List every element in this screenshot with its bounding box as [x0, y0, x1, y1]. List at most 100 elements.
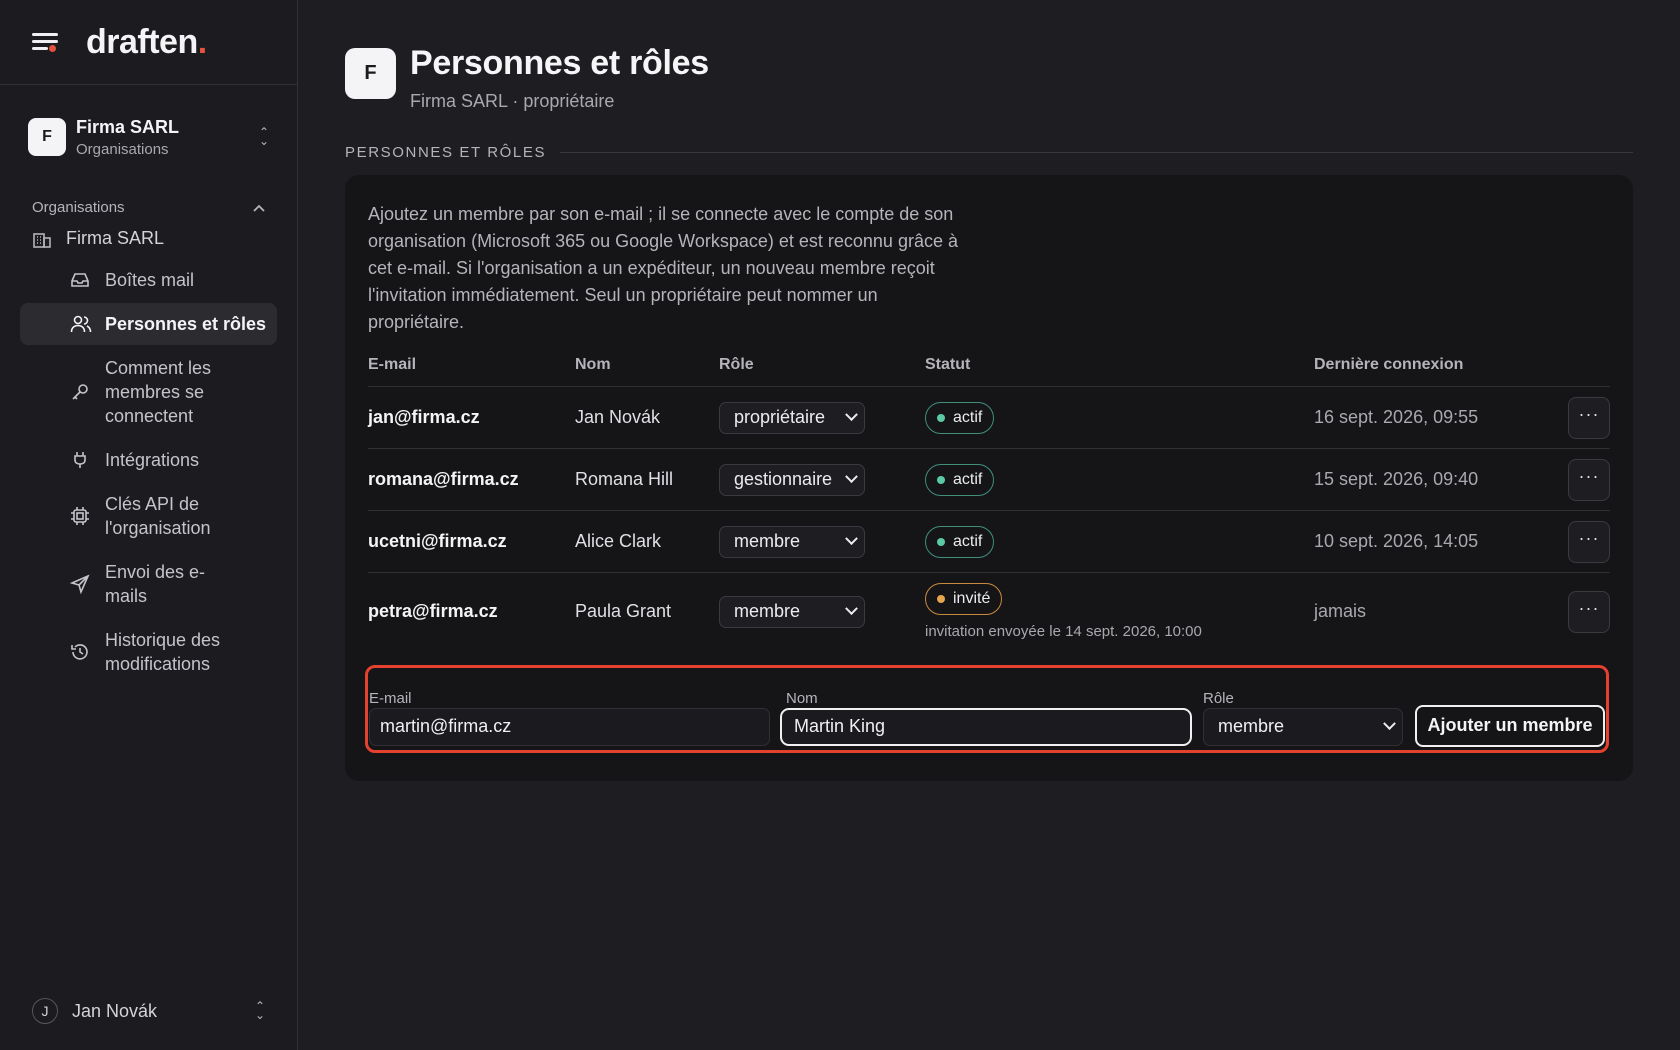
- sidebar-item-history[interactable]: Historique des modifications: [20, 619, 277, 685]
- sidebar-item-label: Intégrations: [105, 450, 200, 470]
- sidebar-org-item[interactable]: Firma SARL: [32, 228, 297, 249]
- add-member-form: E-mail martin@firma.cz Nom Martin King R…: [365, 664, 1609, 753]
- more-actions-button[interactable]: ···: [1568, 458, 1610, 501]
- role-value: propriétaire: [734, 407, 826, 427]
- more-icon: ···: [1578, 465, 1600, 486]
- status-badge: invité: [925, 583, 1003, 616]
- role-select[interactable]: propriétaire: [719, 401, 865, 434]
- sidebar-item-sign-in[interactable]: Comment les membres se connectent: [20, 347, 277, 437]
- status-label: invité: [953, 590, 991, 608]
- last-login: 10 sept. 2026, 14:05: [1314, 510, 1564, 573]
- more-icon: ···: [1578, 403, 1600, 424]
- role-select[interactable]: membre: [719, 595, 865, 628]
- sidebar-nav: Boîtes mail Personnes et rôles Comment l…: [0, 259, 297, 685]
- role-value: membre: [734, 601, 801, 622]
- divider: [560, 152, 1633, 153]
- table-header-row: E-mail Nom Rôle Statut Dernière connexio…: [368, 356, 1610, 387]
- org-switcher[interactable]: F Firma SARL Organisations ⌃ ⌄: [0, 113, 297, 161]
- add-member-button[interactable]: Ajouter un membre: [1415, 704, 1605, 747]
- chevron-down-icon: [845, 532, 858, 546]
- members-card: Ajoutez un membre par son e-mail ; il se…: [345, 175, 1633, 781]
- last-login: jamais: [1314, 601, 1367, 622]
- inbox-icon: [71, 273, 89, 287]
- section-label: Organisations: [32, 199, 125, 216]
- member-name: Romana Hill: [575, 448, 719, 511]
- brand-bar: draften.: [0, 0, 297, 85]
- role-select[interactable]: gestionnaire: [719, 463, 865, 496]
- sidebar-item-people-roles[interactable]: Personnes et rôles: [20, 303, 277, 345]
- chevron-down-icon: [845, 408, 858, 422]
- header-status: Statut: [925, 356, 1314, 387]
- role-value: gestionnaire: [734, 469, 833, 489]
- more-actions-button[interactable]: ···: [1568, 590, 1610, 633]
- role-select[interactable]: membre: [719, 525, 865, 558]
- sidebar-item-label: Boîtes mail: [105, 270, 195, 290]
- sidebar-item-label: Clés API de l'organisation: [105, 494, 211, 538]
- intro-text: Ajoutez un membre par son e-mail ; il se…: [368, 204, 958, 332]
- key-icon: [72, 384, 88, 400]
- status-label: actif: [953, 470, 983, 488]
- status-label: actif: [953, 532, 983, 550]
- invitation-note: invitation envoyée le 14 sept. 2026, 10:…: [925, 623, 1202, 641]
- member-email: ucetni@firma.cz: [368, 510, 575, 573]
- page-subtitle: Firma SARL · propriétaire: [410, 91, 615, 111]
- member-email: romana@firma.cz: [368, 448, 575, 511]
- sidebar-item-api-keys[interactable]: Clés API de l'organisation: [20, 483, 277, 549]
- sidebar-item-label: Historique des modifications: [105, 630, 221, 674]
- org-name: Firma SARL: [76, 116, 180, 137]
- status-badge: actif: [925, 401, 995, 434]
- logo: draften.: [86, 22, 207, 61]
- name-field[interactable]: Martin King: [780, 707, 1192, 746]
- chevron-down-icon: [845, 602, 858, 616]
- role-field-select[interactable]: membre: [1203, 707, 1403, 746]
- email-field-label: E-mail: [369, 689, 412, 707]
- header-role: Rôle: [719, 356, 925, 387]
- page-header: F Personnes et rôles Firma SARL · propri…: [345, 44, 1633, 112]
- header-last-login: Dernière connexion: [1314, 356, 1564, 387]
- user-name: Jan Novák: [72, 1000, 158, 1021]
- sidebar-item-label: Personnes et rôles: [105, 314, 267, 334]
- header-actions: [1564, 356, 1610, 387]
- sidebar-item-mailboxes[interactable]: Boîtes mail: [20, 259, 277, 301]
- page-avatar: F: [345, 48, 396, 99]
- last-login: 15 sept. 2026, 09:40: [1314, 448, 1564, 511]
- table-row: jan@firma.cz Jan Novák propriétaire acti…: [368, 386, 1610, 449]
- table-row: petra@firma.cz Paula Grant membre invité…: [368, 573, 1610, 651]
- organisations-section-toggle[interactable]: Organisations: [32, 199, 265, 216]
- user-menu[interactable]: J Jan Novák ⌃ ⌄: [32, 996, 265, 1026]
- building-icon: [33, 232, 51, 248]
- chevron-down-icon: [1383, 717, 1396, 731]
- more-actions-button[interactable]: ···: [1568, 520, 1610, 563]
- member-email: jan@firma.cz: [368, 386, 575, 449]
- history-icon: [71, 644, 88, 660]
- menu-icon[interactable]: [32, 31, 60, 53]
- name-field-label: Nom: [786, 689, 818, 707]
- avatar: J: [32, 998, 58, 1024]
- chevron-updown-icon: ⌃ ⌄: [258, 125, 269, 148]
- header-email: E-mail: [368, 356, 575, 387]
- main-content: F Personnes et rôles Firma SARL · propri…: [345, 0, 1633, 781]
- org-item-label: Firma SARL: [66, 228, 165, 248]
- chevron-up-icon: [253, 204, 265, 212]
- status-label: actif: [953, 408, 983, 426]
- chevron-updown-icon: ⌃ ⌄: [254, 999, 265, 1022]
- member-email: petra@firma.cz: [368, 601, 498, 622]
- more-actions-button[interactable]: ···: [1568, 396, 1610, 439]
- section-heading-label: PERSONNES ET RÔLES: [345, 144, 547, 161]
- status-badge: actif: [925, 463, 995, 496]
- status-badge: actif: [925, 525, 995, 558]
- users-icon: [70, 315, 92, 333]
- member-name: Paula Grant: [575, 601, 672, 622]
- plug-icon: [74, 452, 86, 468]
- email-field[interactable]: martin@firma.cz: [369, 707, 770, 746]
- table-row: romana@firma.cz Romana Hill gestionnaire…: [368, 448, 1610, 511]
- role-value: membre: [734, 531, 801, 551]
- more-icon: ···: [1578, 527, 1600, 548]
- sidebar-item-email-sending[interactable]: Envoi des e-mails: [20, 551, 277, 617]
- org-avatar: F: [28, 118, 66, 156]
- chip-icon: [71, 507, 89, 525]
- page-title: Personnes et rôles: [410, 44, 709, 82]
- org-sub: Organisations: [76, 140, 169, 158]
- sidebar-item-integrations[interactable]: Intégrations: [20, 439, 277, 481]
- chevron-down-icon: [845, 470, 858, 484]
